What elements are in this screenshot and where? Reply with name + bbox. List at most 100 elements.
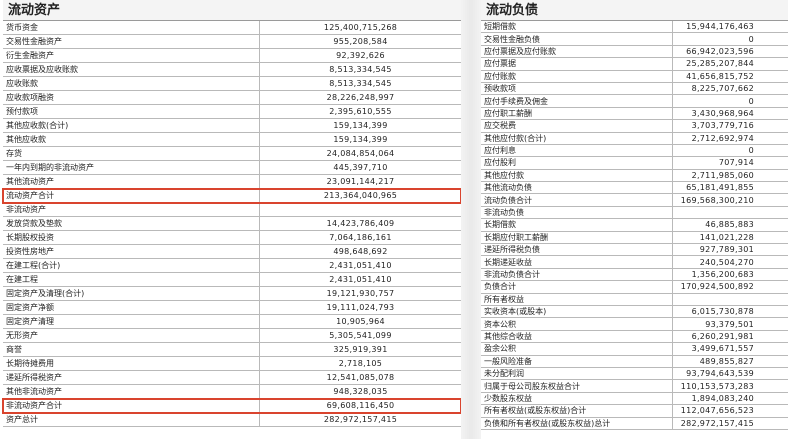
row-label: 短期借款 [481, 21, 673, 34]
row-label: 交易性金融资产 [3, 34, 260, 49]
table-row: 归属于母公司股东权益合计 110,153,573,283 [481, 379, 788, 393]
row-value: 3,499,671,557 [672, 342, 788, 356]
table-row: 其他应付款(合计) 2,712,692,974 [481, 132, 788, 145]
row-label: 固定资产净额 [3, 300, 260, 315]
row-value: 948,328,035 [259, 384, 461, 399]
table-row: 所有者权益 [481, 293, 788, 307]
table-row: 递延所得税资产 12,541,085,078 [3, 370, 461, 385]
row-label: 其他应收款 [3, 132, 260, 147]
row-value: 8,225,707,662 [672, 82, 788, 96]
table-row: 交易性金融负债 0 [481, 32, 788, 46]
table-row: 负债和所有者权益(或股东权益)总计 282,972,157,415 [481, 417, 788, 430]
row-value: 25,285,207,844 [672, 57, 788, 71]
table-row: 固定资产及清理(合计) 19,121,930,757 [3, 286, 461, 301]
current-assets-title: 流动资产 [3, 0, 461, 21]
row-label: 少数股东权益 [481, 392, 673, 406]
table-row: 应付股利 707,914 [481, 156, 788, 170]
row-label: 应收账款 [3, 76, 260, 91]
table-row: 长期应付职工薪酬 141,021,228 [481, 231, 788, 245]
row-value: 325,919,391 [259, 342, 461, 357]
row-label: 应付职工薪酬 [481, 107, 673, 121]
row-value: 1,894,083,240 [672, 392, 788, 406]
current-assets-panel: 流动资产 货币资金 125,400,715,268 交易性金融资产 955,208,5… [2, 0, 462, 439]
table-row: 固定资产清理 10,905,964 [3, 314, 461, 329]
table-row: 资产总计 282,972,157,415 [3, 412, 461, 427]
table-row: 其他流动资产 23,091,144,217 [3, 174, 461, 189]
row-label: 实收资本(或股本) [481, 305, 673, 319]
row-value [259, 202, 461, 217]
row-value: 282,972,157,415 [672, 417, 788, 430]
row-value: 10,905,964 [259, 314, 461, 329]
row-label: 预收款项 [481, 82, 673, 96]
table-row: 流动资产合计 213,364,040,965 [3, 188, 461, 203]
row-value: 159,134,399 [259, 118, 461, 133]
row-value: 282,972,157,415 [259, 412, 461, 427]
table-row: 其他应付款 2,711,985,060 [481, 169, 788, 183]
table-row: 长期借款 46,885,883 [481, 218, 788, 232]
row-label: 其他应付款(合计) [481, 132, 673, 145]
row-label: 非流动资产 [3, 202, 260, 217]
row-label: 长期借款 [481, 218, 673, 232]
table-row: 发放贷款及垫款 14,423,786,409 [3, 216, 461, 231]
row-label: 无形资产 [3, 328, 260, 343]
row-label: 长期股权投资 [3, 230, 260, 245]
table-row: 非流动资产合计 69,608,116,450 [3, 398, 461, 413]
row-value: 2,718,105 [259, 356, 461, 371]
row-label: 投资性房地产 [3, 244, 260, 259]
current-liabilities-title: 流动负债 [481, 0, 788, 21]
row-value: 927,789,301 [672, 243, 788, 257]
row-label: 其他流动负债 [481, 181, 673, 195]
table-row: 存货 24,084,854,064 [3, 146, 461, 161]
table-row: 预付款项 2,395,610,555 [3, 104, 461, 119]
row-value: 7,064,186,161 [259, 230, 461, 245]
table-row: 在建工程 2,431,051,410 [3, 272, 461, 287]
table-row: 负债合计 170,924,500,892 [481, 280, 788, 294]
table-row: 长期递延收益 240,504,270 [481, 255, 788, 269]
row-value: 92,392,626 [259, 48, 461, 63]
row-label: 一年内到期的非流动资产 [3, 160, 260, 175]
row-value: 12,541,085,078 [259, 370, 461, 385]
row-label: 应付手续费及佣金 [481, 94, 673, 108]
row-value: 0 [672, 144, 788, 158]
row-label: 商誉 [3, 342, 260, 357]
row-value: 240,504,270 [672, 255, 788, 269]
row-label: 非流动负债合计 [481, 268, 673, 282]
table-row: 长期股权投资 7,064,186,161 [3, 230, 461, 245]
row-label: 其他非流动资产 [3, 384, 260, 399]
row-label: 流动资产合计 [3, 188, 260, 203]
row-value: 3,703,779,716 [672, 119, 788, 133]
table-row: 应付职工薪酬 3,430,968,964 [481, 107, 788, 121]
row-label: 盈余公积 [481, 342, 673, 356]
row-value: 2,711,985,060 [672, 169, 788, 183]
row-value: 5,305,541,099 [259, 328, 461, 343]
row-label: 在建工程(合计) [3, 258, 260, 273]
table-row: 应收款项融资 28,226,248,997 [3, 90, 461, 105]
row-value: 3,430,968,964 [672, 107, 788, 121]
row-label: 所有者权益(或股东权益)合计 [481, 404, 673, 418]
table-row: 应收票据及应收账款 8,513,334,545 [3, 62, 461, 77]
row-value: 19,121,930,757 [259, 286, 461, 301]
table-row: 应付票据 25,285,207,844 [481, 57, 788, 71]
row-label: 应收票据及应收账款 [3, 62, 260, 77]
current-assets-table: 货币资金 125,400,715,268 交易性金融资产 955,208,584 衍生金… [3, 21, 461, 427]
row-value: 0 [672, 94, 788, 108]
row-value: 169,568,300,210 [672, 193, 788, 207]
row-label: 应付票据及应付账款 [481, 45, 673, 59]
row-label: 长期递延收益 [481, 255, 673, 269]
table-row: 实收资本(或股本) 6,015,730,878 [481, 305, 788, 319]
table-row: 其他应收款(合计) 159,134,399 [3, 118, 461, 133]
row-value: 498,648,692 [259, 244, 461, 259]
row-value: 28,226,248,997 [259, 90, 461, 105]
row-label: 预付款项 [3, 104, 260, 119]
row-label: 其他应收款(合计) [3, 118, 260, 133]
row-value [672, 293, 788, 307]
row-value: 41,656,815,752 [672, 70, 788, 83]
row-label: 所有者权益 [481, 293, 673, 307]
row-label: 资产总计 [3, 412, 260, 427]
table-row: 应付票据及应付账款 66,942,023,596 [481, 45, 788, 59]
row-value: 15,944,176,463 [672, 21, 788, 34]
table-row: 流动负债合计 169,568,300,210 [481, 193, 788, 207]
table-row: 应收账款 8,513,334,545 [3, 76, 461, 91]
row-value: 6,015,730,878 [672, 305, 788, 319]
row-value: 6,260,291,981 [672, 330, 788, 344]
